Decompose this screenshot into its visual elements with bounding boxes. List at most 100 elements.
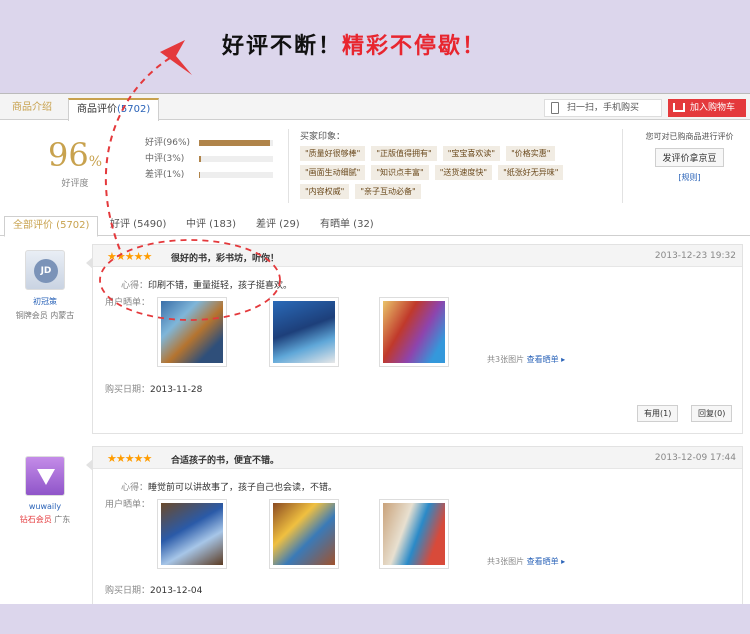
impression-tags: "质量好很够棒" "正版值得拥有" "宝宝喜欢读" "价格实惠" "画面生动细腻" "知识… xyxy=(300,146,590,199)
purchase-date: 购买日期：2013-11-28 xyxy=(105,382,202,395)
photos-label: 用户晒单： xyxy=(105,497,150,510)
view-photos-link[interactable]: 查看晒单 ▸ xyxy=(527,557,566,566)
view-photos-link[interactable]: 查看晒单 ▸ xyxy=(527,355,566,364)
impression-tag[interactable]: "价格实惠" xyxy=(506,146,556,161)
photos-label-text: 用户晒单： xyxy=(105,298,151,308)
buy-date: 2013-12-04 xyxy=(150,586,203,596)
rate-label: 好评度 xyxy=(61,179,89,189)
tab-product-reviews[interactable]: 商品评价(5702) xyxy=(68,98,160,121)
avatar[interactable]: JD xyxy=(25,250,65,290)
impression-tag[interactable]: "亲子互动必备" xyxy=(355,184,421,199)
review-photo[interactable] xyxy=(379,297,449,367)
scan-label: 扫一扫，手机购买 xyxy=(567,103,640,113)
phone-icon xyxy=(551,102,559,114)
buy-date: 2013-11-28 xyxy=(150,385,203,395)
top-tab-bar: 商品介绍 商品评价(5702) 扫一扫，手机购买 加入购物车 xyxy=(0,94,750,121)
divider xyxy=(622,129,623,203)
cart-label: 加入购物车 xyxy=(690,103,736,113)
impression-tag[interactable]: "质量好很够棒" xyxy=(300,146,366,161)
avatar[interactable] xyxy=(25,456,65,496)
add-to-cart-button[interactable]: 加入购物车 xyxy=(668,99,746,117)
tab-with-photos[interactable]: 有晒单 (32) xyxy=(312,216,382,236)
write-review-box: 您可对已购商品进行评价 发评价拿京豆 [规则] xyxy=(632,131,747,183)
reviewer-info: wuwaily 钻石会员 广东 xyxy=(6,456,84,525)
member-level: 铜牌会员 内蒙古 xyxy=(6,310,84,321)
impression-tag[interactable]: "宝宝喜欢读" xyxy=(442,146,501,161)
reviewer-info: JD 初冠策 铜牌会员 内蒙古 xyxy=(6,250,84,321)
product-review-panel: 商品介绍 商品评价(5702) 扫一扫，手机购买 加入购物车 96% 好评度 好… xyxy=(0,93,750,604)
tab-product-intro[interactable]: 商品介绍 xyxy=(4,98,60,120)
review-heart: 心得：印刷不错，重量挺轻，孩子挺喜欢。 xyxy=(121,278,292,291)
bar-label: 差评(1%) xyxy=(145,170,185,180)
write-review-button[interactable]: 发评价拿京豆 xyxy=(655,148,724,167)
review-photo[interactable] xyxy=(269,499,339,569)
heart-label: 心得： xyxy=(121,281,149,291)
heart-text: 睡觉前可以讲故事了，孩子自己也会读，不错。 xyxy=(148,483,338,493)
bar-neutral: 中评(3%) xyxy=(145,151,280,167)
bar-fill xyxy=(199,140,271,146)
review-filter-tabs: 全部评价 (5702) 好评 (5490) 中评 (183) 差评 (29) 有… xyxy=(0,210,750,237)
tab-neutral[interactable]: 中评 (183) xyxy=(178,216,244,236)
tab-all-reviews[interactable]: 全部评价 (5702) xyxy=(4,216,99,237)
rate-unit: % xyxy=(88,154,103,170)
buyer-prompt: 您可对已购商品进行评价 xyxy=(645,132,734,141)
useful-button[interactable]: 有用(1) xyxy=(637,405,679,422)
review-photo[interactable] xyxy=(379,499,449,569)
tab-positive[interactable]: 好评 (5490) xyxy=(102,216,174,236)
impression-tag[interactable]: "纸张好无异味" xyxy=(498,165,564,180)
impression-tag[interactable]: "正版值得拥有" xyxy=(371,146,437,161)
reply-button[interactable]: 回复(0) xyxy=(691,405,733,422)
buyer-impressions: 买家印象： "质量好很够棒" "正版值得拥有" "宝宝喜欢读" "价格实惠" "画面生动… xyxy=(300,129,600,199)
impression-tag[interactable]: "送货速度快" xyxy=(434,165,493,180)
bottom-strip xyxy=(0,604,750,634)
star-rating: ★★★★★ xyxy=(107,452,152,465)
level-label: 钻石会员 xyxy=(19,515,52,524)
photo-count: 共3张图片 查看晒单 ▸ xyxy=(487,354,565,365)
tab-reviews-label: 商品评价 xyxy=(77,104,117,115)
banner-part1: 好评不断！ xyxy=(222,34,343,59)
impression-tag[interactable]: "知识点丰富" xyxy=(371,165,429,180)
review-title: 合适孩子的书，便宜不错。 xyxy=(171,456,280,466)
review-photo[interactable] xyxy=(157,297,227,367)
heart-label: 心得： xyxy=(121,483,149,493)
rating-bars: 好评(96%) 中评(3%) 差评(1%) xyxy=(145,135,280,183)
region: 广东 xyxy=(54,515,71,524)
review-photo[interactable] xyxy=(157,499,227,569)
bar-label: 中评(3%) xyxy=(145,154,185,164)
photo-count-text: 共3张图片 xyxy=(487,557,525,566)
star-rating: ★★★★★ xyxy=(107,250,152,263)
photos-label: 用户晒单： xyxy=(105,295,150,308)
divider xyxy=(288,129,289,203)
banner-part2: 精彩不停歇！ xyxy=(342,34,487,59)
review-date: 2013-12-09 17:44 xyxy=(654,453,736,463)
reviewer-name[interactable]: wuwaily xyxy=(6,502,84,511)
diamond-icon xyxy=(37,469,55,485)
impression-tag[interactable]: "内容权威" xyxy=(300,184,350,199)
buy-label: 购买日期： xyxy=(105,586,151,596)
reviewer-name[interactable]: 初冠策 xyxy=(6,296,84,307)
review-card: ★★★★★ 很好的书，彩书坊，听你！ 2013-12-23 19:32 心得：印… xyxy=(86,244,743,434)
mobile-scan-button[interactable]: 扫一扫，手机购买 xyxy=(544,99,662,117)
region: 内蒙古 xyxy=(50,311,75,320)
purchase-date: 购买日期：2013-12-04 xyxy=(105,583,202,596)
level-label: 铜牌会员 xyxy=(15,311,48,320)
positive-rate: 96% 好评度 xyxy=(30,136,120,189)
buy-label: 购买日期： xyxy=(105,385,151,395)
banner: 好评不断！精彩不停歇！ xyxy=(0,0,750,92)
review-title: 很好的书，彩书坊，听你！ xyxy=(171,254,280,264)
photo-count-text: 共3张图片 xyxy=(487,355,525,364)
rating-summary: 96% 好评度 好评(96%) 中评(3%) 差评(1%) 买家印象： "质量好… xyxy=(0,121,750,209)
impressions-title: 买家印象： xyxy=(300,132,346,142)
bar-negative: 差评(1%) xyxy=(145,167,280,183)
impression-tag[interactable]: "画面生动细腻" xyxy=(300,165,366,180)
tab-negative[interactable]: 差评 (29) xyxy=(248,216,308,236)
bar-positive: 好评(96%) xyxy=(145,135,280,151)
review-date: 2013-12-23 19:32 xyxy=(654,251,736,261)
heart-text: 印刷不错，重量挺轻，孩子挺喜欢。 xyxy=(148,281,293,291)
review-heart: 心得：睡觉前可以讲故事了，孩子自己也会读，不错。 xyxy=(121,480,337,493)
rules-link[interactable]: [规则] xyxy=(632,172,747,183)
bar-label: 好评(96%) xyxy=(145,138,191,148)
bar-fill xyxy=(199,172,201,178)
photo-count: 共3张图片 查看晒单 ▸ xyxy=(487,556,565,567)
review-photo[interactable] xyxy=(269,297,339,367)
